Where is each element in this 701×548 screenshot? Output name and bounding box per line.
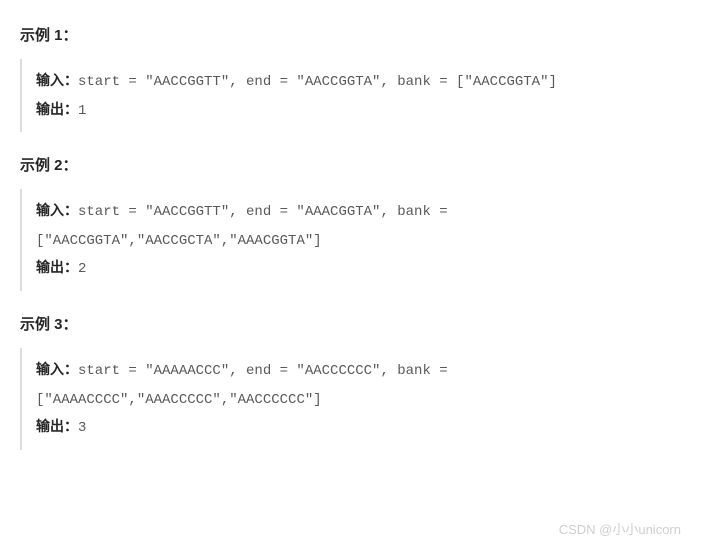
example-heading: 示例 1： xyxy=(20,24,681,45)
example-1: 示例 1： 输入：start = "AACCGGTT", end = "AACC… xyxy=(20,24,681,132)
output-label: 输出： xyxy=(36,259,78,275)
code-block: 输入：start = "AAAAACCC", end = "AACCCCCC",… xyxy=(20,348,681,450)
example-heading: 示例 2： xyxy=(20,154,681,175)
input-label: 输入： xyxy=(36,202,78,218)
example-2: 示例 2： 输入：start = "AACCGGTT", end = "AAAC… xyxy=(20,154,681,291)
input-line: 输入：start = "AAAAACCC", end = "AACCCCCC",… xyxy=(36,356,681,413)
input-code: start = "AACCGGTT", end = "AAACGGTA", ba… xyxy=(36,204,448,249)
code-block: 输入：start = "AACCGGTT", end = "AACCGGTA",… xyxy=(20,59,681,132)
input-code: start = "AAAAACCC", end = "AACCCCCC", ba… xyxy=(36,363,448,408)
input-label: 输入： xyxy=(36,72,78,88)
code-block: 输入：start = "AACCGGTT", end = "AAACGGTA",… xyxy=(20,189,681,291)
output-value: 1 xyxy=(78,103,86,119)
example-3: 示例 3： 输入：start = "AAAAACCC", end = "AACC… xyxy=(20,313,681,450)
output-line: 输出：2 xyxy=(36,254,681,283)
output-line: 输出：3 xyxy=(36,413,681,442)
input-code: start = "AACCGGTT", end = "AACCGGTA", ba… xyxy=(78,74,557,90)
output-value: 2 xyxy=(78,261,86,277)
input-line: 输入：start = "AACCGGTT", end = "AACCGGTA",… xyxy=(36,67,681,96)
watermark: CSDN @小小unicorn xyxy=(559,519,681,538)
example-heading: 示例 3： xyxy=(20,313,681,334)
output-value: 3 xyxy=(78,420,86,436)
input-label: 输入： xyxy=(36,361,78,377)
input-line: 输入：start = "AACCGGTT", end = "AAACGGTA",… xyxy=(36,197,681,254)
output-line: 输出：1 xyxy=(36,96,681,125)
output-label: 输出： xyxy=(36,418,78,434)
output-label: 输出： xyxy=(36,101,78,117)
